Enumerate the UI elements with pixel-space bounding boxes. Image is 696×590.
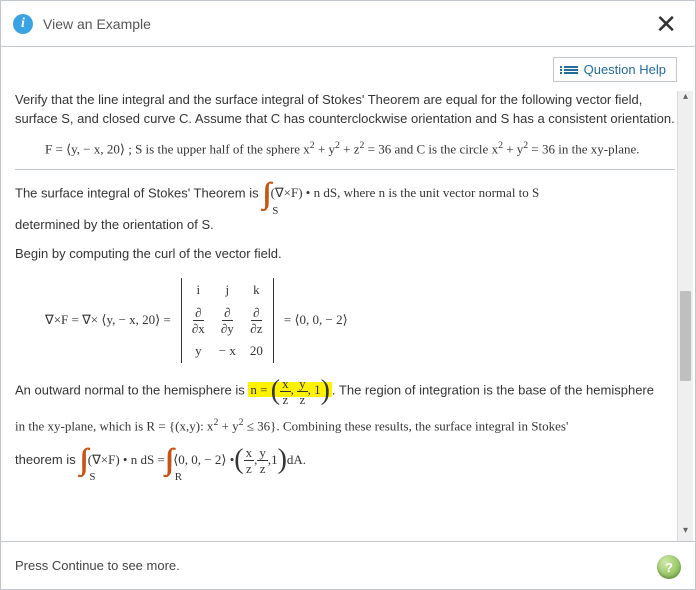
- sub-r: R: [175, 473, 182, 482]
- double-integral-icon: ∫∫S: [79, 448, 87, 472]
- det-cell: y: [192, 343, 205, 359]
- det-cell: − x: [219, 343, 236, 359]
- t: n =: [250, 382, 270, 397]
- content-area: Verify that the line integral and the su…: [1, 91, 695, 541]
- t: (∇×F) • n dS, where n is the unit vector…: [271, 184, 540, 203]
- step3-line3: theorem is ∫∫S (∇×F) • n dS = ∫∫R ⟨0, 0,…: [15, 446, 675, 475]
- det-cell: ∂y: [219, 306, 236, 335]
- t: ; S is the upper half of the sphere x: [125, 141, 310, 156]
- help-button[interactable]: ?: [657, 555, 681, 579]
- t: ≤ 36}. Combining these results, the surf…: [244, 418, 569, 433]
- t: dA.: [287, 451, 306, 470]
- t: z: [260, 461, 266, 475]
- det-cell: k: [250, 282, 263, 298]
- t: z: [246, 461, 252, 475]
- problem-definition: F = ⟨y, − x, 20⟩ ; S is the upper half o…: [45, 139, 675, 159]
- f-prefix: F =: [45, 141, 66, 156]
- det-cell: 20: [250, 343, 263, 359]
- step2: Begin by computing the curl of the vecto…: [15, 245, 675, 264]
- problem-intro: Verify that the line integral and the su…: [15, 91, 675, 129]
- t: z: [282, 392, 288, 406]
- step3-line2: in the xy-plane, which is R = {(x,y): x2…: [15, 416, 675, 436]
- info-icon: i: [13, 14, 33, 34]
- dialog-header: i View an Example ✕: [1, 1, 695, 47]
- curl-rhs: = ⟨0, 0, − 2⟩: [284, 312, 348, 328]
- t: ⟨0, 0, − 2⟩ •: [173, 451, 234, 470]
- toolbar: Question Help: [1, 47, 695, 88]
- scroll-thumb[interactable]: [680, 291, 691, 381]
- step1-line2: determined by the orientation of S.: [15, 216, 675, 235]
- footer: Press Continue to see more. ?: [1, 541, 695, 589]
- det-cell: i: [192, 282, 205, 298]
- t: + y: [315, 141, 335, 156]
- continue-message: Press Continue to see more.: [15, 558, 180, 573]
- surface-integral-expr: ∫∫S (∇×F) • n dS, where n is the unit ve…: [262, 182, 539, 206]
- det-cell: ∂z: [250, 306, 263, 335]
- t: + y: [503, 141, 523, 156]
- step3-line1: An outward normal to the hemisphere is n…: [15, 377, 675, 406]
- det-cell: ∂x: [192, 306, 205, 335]
- determinant: i j k ∂x ∂y ∂z y − x 20: [181, 278, 274, 363]
- t: (∇×F) • n dS =: [88, 451, 165, 470]
- double-integral-icon: ∫∫R: [165, 448, 173, 472]
- det-cell: j: [219, 282, 236, 298]
- question-help-label: Question Help: [584, 62, 666, 77]
- t: An outward normal to the hemisphere is: [15, 382, 248, 397]
- t: . The region of integration is the base …: [332, 382, 654, 397]
- scroll-down-icon[interactable]: ▾: [678, 525, 693, 541]
- curl-lhs: ∇×F = ∇× ⟨y, − x, 20⟩ =: [45, 312, 171, 328]
- scrollbar[interactable]: ▴ ▾: [677, 91, 693, 541]
- question-help-button[interactable]: Question Help: [553, 57, 677, 82]
- double-integral-icon: ∫∫S: [262, 182, 270, 206]
- t: y: [257, 446, 268, 461]
- highlighted-normal: n = (xz, yz, 1): [248, 382, 332, 397]
- t: x: [244, 446, 255, 461]
- t: = 36 in the xy-plane.: [528, 141, 639, 156]
- t: x: [280, 377, 291, 392]
- t: + z: [340, 141, 360, 156]
- t: The surface integral of Stokes' Theorem …: [15, 185, 262, 200]
- list-icon: [564, 66, 578, 74]
- t: in the xy-plane, which is R = {(x,y): x: [15, 418, 213, 433]
- close-button[interactable]: ✕: [649, 11, 683, 37]
- divider: [15, 169, 675, 170]
- f-vector: ⟨y, − x, 20⟩: [66, 141, 125, 156]
- t: z: [299, 392, 305, 406]
- dialog-title: View an Example: [43, 16, 151, 32]
- sub-s: S: [89, 473, 95, 482]
- scroll-up-icon[interactable]: ▴: [678, 91, 693, 107]
- curl-computation: ∇×F = ∇× ⟨y, − x, 20⟩ = i j k ∂x ∂y ∂z y…: [45, 278, 675, 363]
- step1-line1: The surface integral of Stokes' Theorem …: [15, 182, 675, 206]
- t: + y: [218, 418, 238, 433]
- t: theorem is: [15, 452, 79, 467]
- t: = 36 and C is the circle x: [364, 141, 498, 156]
- final-integral: ∫∫S (∇×F) • n dS = ∫∫R ⟨0, 0, − 2⟩ • (xz…: [79, 446, 306, 475]
- t: 1: [271, 451, 278, 470]
- t: y: [297, 377, 308, 392]
- sub-s: S: [272, 207, 278, 216]
